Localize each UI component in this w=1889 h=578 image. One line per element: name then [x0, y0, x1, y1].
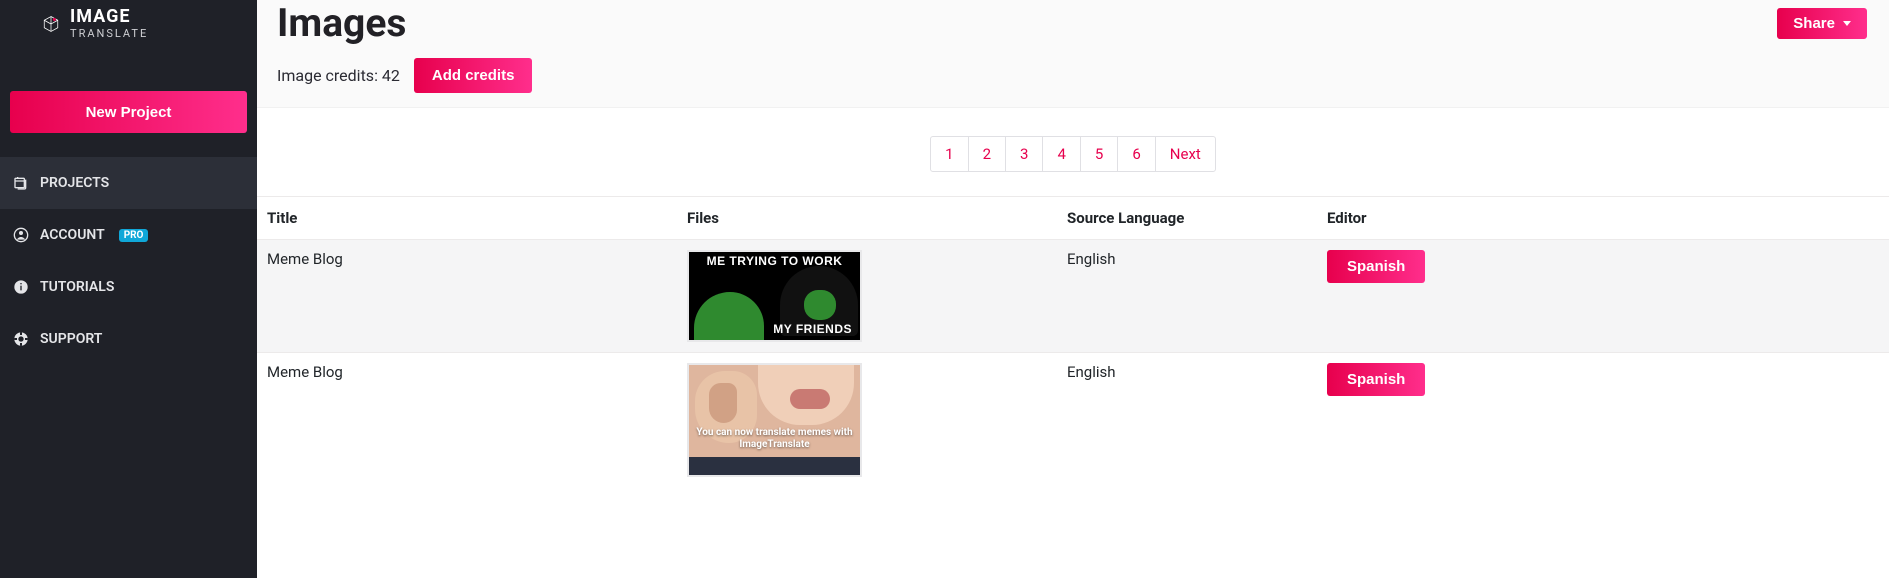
cell-editor: Spanish [1317, 240, 1889, 353]
page-next[interactable]: Next [1155, 136, 1216, 172]
main-content: Share Images Image credits: 42 Add credi… [257, 0, 1889, 578]
cell-source-language: English [1057, 353, 1317, 488]
col-source-language: Source Language [1057, 197, 1317, 240]
logo[interactable]: IMAGE TRANSLATE [0, 8, 257, 57]
projects-table: Title Files Source Language Editor Meme … [257, 196, 1889, 487]
cube-logo-icon [42, 15, 60, 33]
info-icon [12, 278, 30, 296]
share-label: Share [1793, 15, 1835, 32]
page-5[interactable]: 5 [1080, 136, 1118, 172]
pagination: 1 2 3 4 5 6 Next [257, 108, 1889, 196]
col-files: Files [677, 197, 1057, 240]
sidebar-item-label: SUPPORT [40, 331, 102, 347]
sidebar-item-support[interactable]: SUPPORT [0, 313, 257, 365]
page-1[interactable]: 1 [930, 136, 968, 172]
logo-word-1: IMAGE [70, 8, 148, 26]
sidebar-item-label: TUTORIALS [40, 279, 114, 295]
sidebar-nav: PROJECTS ACCOUNT PRO TUTORIALS SUPPORT [0, 157, 257, 365]
chevron-down-icon [1843, 21, 1851, 26]
editor-language-button[interactable]: Spanish [1327, 250, 1425, 283]
cell-files: ME TRYING TO WORK MY FRIENDS [677, 240, 1057, 353]
credits-text: Image credits: 42 [277, 66, 400, 85]
sidebar-item-projects[interactable]: PROJECTS [0, 157, 257, 209]
logo-word-2: TRANSLATE [70, 28, 148, 39]
meme-text: You can now translate memes with ImageTr… [689, 427, 860, 451]
user-icon [12, 226, 30, 244]
sidebar-item-account[interactable]: ACCOUNT PRO [0, 209, 257, 261]
page-header: Images Image credits: 42 Add credits [257, 0, 1889, 108]
add-credits-button[interactable]: Add credits [414, 58, 533, 93]
share-button[interactable]: Share [1777, 8, 1867, 39]
table-row[interactable]: Meme Blog You can now translate memes wi… [257, 353, 1889, 488]
meme-text-top: ME TRYING TO WORK [689, 254, 860, 268]
page-6[interactable]: 6 [1117, 136, 1155, 172]
sidebar-item-label: ACCOUNT [40, 227, 105, 243]
sidebar-item-tutorials[interactable]: TUTORIALS [0, 261, 257, 313]
page-title: Images [277, 0, 1869, 46]
table-row[interactable]: Meme Blog ME TRYING TO WORK MY FRIENDS E… [257, 240, 1889, 353]
cell-files: You can now translate memes with ImageTr… [677, 353, 1057, 488]
meme-text-bottom: MY FRIENDS [773, 322, 852, 336]
sidebar-item-label: PROJECTS [40, 175, 109, 191]
col-editor: Editor [1317, 197, 1889, 240]
cell-title: Meme Blog [257, 240, 677, 353]
page-2[interactable]: 2 [968, 136, 1006, 172]
table-header-row: Title Files Source Language Editor [257, 197, 1889, 240]
file-thumbnail[interactable]: ME TRYING TO WORK MY FRIENDS [687, 250, 862, 342]
pro-badge: PRO [119, 229, 149, 242]
cell-title: Meme Blog [257, 353, 677, 488]
col-title: Title [257, 197, 677, 240]
support-icon [12, 330, 30, 348]
editor-language-button[interactable]: Spanish [1327, 363, 1425, 396]
cell-editor: Spanish [1317, 353, 1889, 488]
file-thumbnail[interactable]: You can now translate memes with ImageTr… [687, 363, 862, 477]
page-4[interactable]: 4 [1042, 136, 1080, 172]
projects-icon [12, 174, 30, 192]
page-3[interactable]: 3 [1005, 136, 1043, 172]
cell-source-language: English [1057, 240, 1317, 353]
sidebar: IMAGE TRANSLATE New Project PROJECTS ACC… [0, 0, 257, 578]
new-project-button[interactable]: New Project [10, 91, 247, 133]
